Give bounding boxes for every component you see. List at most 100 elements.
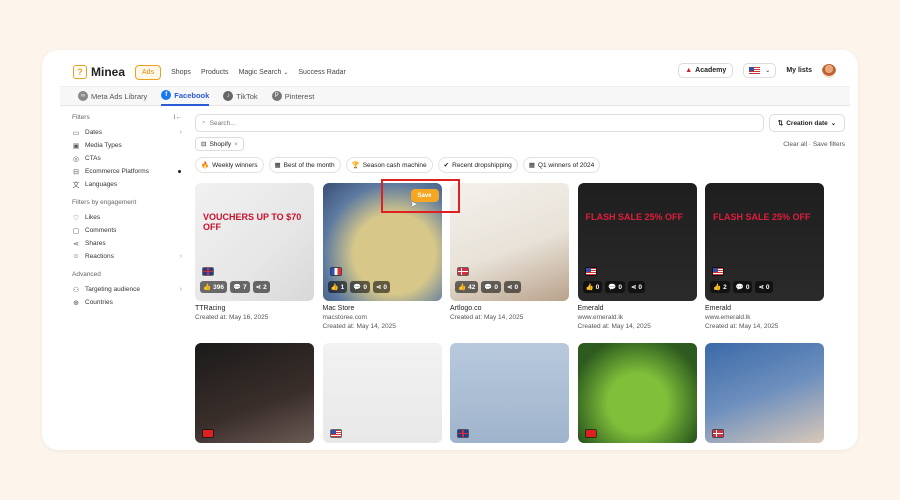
- save-button-highlight: [381, 179, 460, 213]
- brand-logo[interactable]: ? Minea: [73, 65, 125, 79]
- us-flag-icon: [749, 67, 761, 74]
- ad-card[interactable]: 👍 42 💬 0 ⋖ 0 Artlogo.co Created at: May 14,…: [450, 183, 569, 321]
- ad-thumbnail[interactable]: FLASH SALE 25% OFF 👍 2 💬 0 ⋖ 0: [705, 183, 824, 301]
- shares-count: ⋖ 0: [372, 281, 391, 293]
- nav-shops[interactable]: Shops: [171, 69, 191, 76]
- created-date: Created at: May 16, 2025: [195, 314, 269, 321]
- filter-countries[interactable]: ⊕ Countries: [72, 296, 182, 309]
- graduation-cap-icon: ▲: [685, 67, 693, 74]
- nav-ads[interactable]: Ads: [135, 64, 162, 80]
- tab-facebook[interactable]: f Facebook: [161, 86, 210, 106]
- filter-ctas[interactable]: ◎ CTAs: [72, 152, 182, 165]
- minea-logo-icon: ?: [73, 65, 87, 79]
- ad-card[interactable]: [322, 343, 442, 443]
- app: ? Minea Ads Shops Products Magic Search ⌄…: [60, 58, 850, 450]
- filter-reactions[interactable]: ☺ Reactions ›: [72, 250, 182, 263]
- ad-thumbnail[interactable]: [705, 343, 824, 443]
- search-icon: ⌕: [202, 119, 206, 126]
- advertiser-url[interactable]: www.emerald.lk: [578, 314, 697, 321]
- tag-season-cash-machine[interactable]: 🏆 Season cash machine: [345, 157, 433, 173]
- nav-magic-search[interactable]: Magic Search ⌄: [239, 69, 289, 76]
- engagement-stats: 👍 1 💬 0 ⋖ 0: [327, 281, 391, 293]
- advertiser-name[interactable]: Emerald: [705, 305, 824, 312]
- filter-chip-shopify[interactable]: ⊟ Shopify ×: [195, 137, 244, 151]
- comments-count: 💬 0: [350, 281, 370, 293]
- app-window-frame: ? Minea Ads Shops Products Magic Search ⌄…: [42, 50, 858, 450]
- like-icon: 👍: [203, 284, 212, 291]
- tab-meta-ads-library[interactable]: ∞ Meta Ads Library: [78, 86, 147, 106]
- active-filters-row: ⊟ Shopify × Clear all · Save filters: [195, 137, 845, 151]
- advertiser-name[interactable]: Emerald: [578, 305, 697, 312]
- like-icon: 👍: [330, 284, 339, 291]
- likes-count: 👍 42: [455, 281, 479, 293]
- save-filters-link[interactable]: Save filters: [813, 141, 845, 148]
- tab-label: Pinterest: [284, 91, 315, 101]
- clear-all-link[interactable]: Clear all: [783, 141, 807, 148]
- filter-targeting-audience[interactable]: ⚇ Targeting audience ›: [72, 283, 182, 296]
- translate-icon: 文: [72, 181, 80, 189]
- filter-dates[interactable]: ▭ Dates ›: [72, 126, 182, 139]
- flag-icon: [713, 268, 723, 275]
- advertiser-name[interactable]: Mac Store: [323, 305, 442, 312]
- country-flag: [329, 429, 342, 438]
- avatar[interactable]: [822, 63, 836, 78]
- sort-label: Creation date: [786, 119, 828, 127]
- ad-thumbnail[interactable]: [450, 343, 569, 443]
- share-icon: ⋖: [630, 284, 637, 291]
- ad-card[interactable]: [195, 343, 314, 443]
- filter-comments[interactable]: ▢ Comments: [72, 224, 182, 237]
- country-flag: [329, 267, 342, 276]
- advertiser-url[interactable]: macstoree.com: [323, 314, 442, 321]
- top-bar: ? Minea Ads Shops Products Magic Search ⌄…: [60, 58, 850, 86]
- advertiser-name[interactable]: Artlogo.co: [450, 305, 569, 312]
- sort-dropdown[interactable]: ⇅ Creation date ⌄: [769, 114, 845, 132]
- filter-label: Comments: [85, 227, 117, 234]
- filter-ecommerce-platforms[interactable]: ⊟ Ecommerce Platforms: [72, 165, 182, 178]
- likes-value: 2: [723, 283, 727, 291]
- ad-card[interactable]: FLASH SALE 25% OFF 👍 2 💬 0 ⋖ 0 Emerald www.…: [705, 183, 824, 330]
- filter-shares[interactable]: ⋖ Shares: [72, 237, 182, 250]
- ad-thumbnail[interactable]: [195, 343, 314, 443]
- share-icon: ⋖: [255, 284, 262, 291]
- calendar-icon: ▭: [72, 129, 80, 137]
- ad-card[interactable]: FLASH SALE 25% OFF 👍 0 💬 0 ⋖ 0 Emerald www.…: [577, 183, 697, 330]
- shares-value: 0: [383, 283, 388, 291]
- filter-likes[interactable]: ♡ Likes: [72, 211, 182, 224]
- ad-card[interactable]: [705, 343, 824, 443]
- my-lists-link[interactable]: My lists: [786, 67, 812, 74]
- academy-button[interactable]: ▲ Academy: [678, 63, 734, 78]
- nav-products[interactable]: Products: [201, 69, 229, 76]
- tab-tiktok[interactable]: ♪ TikTok: [223, 86, 258, 106]
- advertiser-name[interactable]: TTRacing: [195, 305, 314, 312]
- close-icon[interactable]: ×: [234, 141, 238, 148]
- search-box[interactable]: ⌕: [195, 114, 764, 132]
- tab-pinterest[interactable]: P Pinterest: [271, 86, 315, 106]
- filter-label: Targeting audience: [85, 286, 140, 293]
- calendar-icon: ▦: [274, 162, 281, 169]
- ad-thumbnail[interactable]: VOUCHERS UP TO $70 OFF 👍 396 💬 7 ⋖ 2: [195, 183, 314, 301]
- ad-thumbnail[interactable]: 👍 42 💬 0 ⋖ 0: [450, 183, 569, 301]
- likes-value: 0: [595, 283, 600, 291]
- tag-recent-dropshipping[interactable]: ✔ Recent dropshipping: [437, 157, 518, 173]
- tag-best-of-month[interactable]: ▦ Best of the month: [268, 157, 341, 173]
- flag-icon: [330, 268, 341, 275]
- ad-card[interactable]: [450, 343, 569, 443]
- ad-thumbnail[interactable]: [577, 343, 697, 443]
- nav-success-radar[interactable]: Success Radar: [298, 69, 345, 76]
- filter-languages[interactable]: 文 Languages: [72, 178, 182, 191]
- ad-card[interactable]: [577, 343, 697, 443]
- engagement-stats: 👍 42 💬 0 ⋖ 0: [455, 281, 522, 293]
- advertiser-url[interactable]: www.emerald.lk: [705, 314, 824, 321]
- tag-weekly-winners[interactable]: 🔥 Weekly winners: [195, 157, 264, 173]
- likes-count: 👍 2: [710, 281, 730, 293]
- filter-media-types[interactable]: ▣ Media Types: [72, 139, 182, 152]
- language-selector[interactable]: ⌄: [743, 63, 777, 78]
- collapse-sidebar-icon[interactable]: I←: [174, 114, 182, 121]
- ad-thumbnail[interactable]: [322, 343, 442, 443]
- search-input[interactable]: [209, 119, 757, 127]
- ad-card[interactable]: VOUCHERS UP TO $70 OFF 👍 396 💬 7 ⋖ 2 TTRaci…: [195, 183, 314, 321]
- tag-q1-winners[interactable]: ▦ Q1 winners of 2024: [522, 157, 601, 173]
- chevron-down-icon: ⌄: [283, 69, 289, 76]
- filter-label: Likes: [85, 214, 101, 221]
- ad-thumbnail[interactable]: FLASH SALE 25% OFF 👍 0 💬 0 ⋖ 0: [577, 183, 697, 301]
